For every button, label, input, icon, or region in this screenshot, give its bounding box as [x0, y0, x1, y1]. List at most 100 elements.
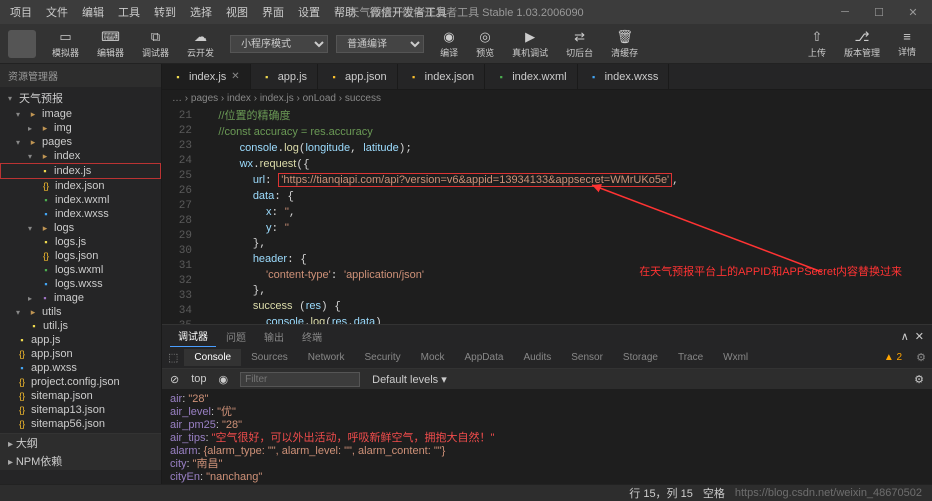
tab-index.js[interactable]: ▪index.js✕: [162, 64, 251, 89]
tree-file-project-config[interactable]: {}project.config.json: [0, 375, 161, 389]
breadcrumb[interactable]: … › pages › index › index.js › onLoad › …: [162, 90, 932, 107]
background-button[interactable]: ⇄切后台: [558, 27, 601, 61]
tree-file-logs-wxml[interactable]: ▪logs.wxml: [0, 263, 161, 277]
devtab-security[interactable]: Security: [354, 349, 410, 366]
debugger-button[interactable]: ⧉调试器: [134, 27, 177, 61]
console-gear-icon[interactable]: ⚙: [914, 373, 924, 386]
editor-button[interactable]: ⌨编辑器: [89, 27, 132, 61]
maximize-icon[interactable]: ☐: [864, 3, 894, 22]
panel-tab-terminal[interactable]: 终端: [294, 326, 330, 347]
panel-up-icon[interactable]: ∧: [901, 330, 909, 343]
tree-folder-image[interactable]: ▾▸image: [0, 107, 161, 121]
console-eye-icon[interactable]: ◉: [219, 373, 229, 386]
tree-file-sitemap13[interactable]: {}sitemap13.json: [0, 403, 161, 417]
panel-tabs: 调试器 问题 输出 终端 ∧ ✕: [162, 325, 932, 347]
console-output[interactable]: air: "28"air_level: "优"air_pm25: "28"air…: [162, 389, 932, 484]
code-editor[interactable]: 212223242526272829303132333435363738 //位…: [162, 107, 932, 324]
file-tree: ▾天气预报 ▾▸image ▸▸img ▾▸pages ▾▸index ▪ind…: [0, 87, 161, 433]
devtab-storage[interactable]: Storage: [613, 349, 668, 366]
minimize-icon[interactable]: ─: [830, 3, 860, 22]
outline-section[interactable]: ▸ 大纲: [0, 434, 161, 452]
code-content[interactable]: //位置的精确度 //const accuracy = res.accuracy…: [200, 107, 932, 324]
tree-folder-pages[interactable]: ▾▸pages: [0, 135, 161, 149]
menu-设置[interactable]: 设置: [292, 2, 326, 22]
devtab-sensor[interactable]: Sensor: [561, 349, 613, 366]
panel-close-icon[interactable]: ✕: [915, 330, 924, 343]
panel-tab-output[interactable]: 输出: [256, 326, 292, 347]
menu-界面[interactable]: 界面: [256, 2, 290, 22]
tree-folder-img[interactable]: ▸▸img: [0, 121, 161, 135]
tab-app.json[interactable]: ▪app.json: [318, 64, 398, 89]
app-logo: [8, 30, 36, 58]
tree-file-sitemap56[interactable]: {}sitemap56.json: [0, 417, 161, 431]
devtab-wxml[interactable]: Wxml: [713, 349, 758, 366]
tab-index.json[interactable]: ▪index.json: [398, 64, 486, 89]
console-clear-icon[interactable]: ⊘: [170, 373, 179, 386]
tab-app.js[interactable]: ▪app.js: [251, 64, 318, 89]
tree-folder-image2[interactable]: ▸▪image: [0, 291, 161, 305]
menu-视图[interactable]: 视图: [220, 2, 254, 22]
tree-file-index-wxml[interactable]: ▪index.wxml: [0, 193, 161, 207]
console-levels[interactable]: Default levels ▾: [372, 373, 447, 386]
cloud-button[interactable]: ☁云开发: [179, 27, 222, 61]
version-button[interactable]: ⎇版本管理: [836, 27, 888, 61]
mode-select[interactable]: 小程序模式: [230, 35, 328, 53]
tree-file-app-json[interactable]: {}app.json: [0, 347, 161, 361]
tree-file-index-json[interactable]: {}index.json: [0, 179, 161, 193]
panel-tab-problems[interactable]: 问题: [218, 326, 254, 347]
menu-工具[interactable]: 工具: [112, 2, 146, 22]
tree-file-util-js[interactable]: ▪util.js: [0, 319, 161, 333]
tree-folder-utils[interactable]: ▾▸utils: [0, 305, 161, 319]
titlebar: 项目文件编辑工具转到选择视图界面设置帮助微信开发者工具 天气预报 - 微信开发者…: [0, 0, 932, 24]
panel-tab-debugger[interactable]: 调试器: [170, 325, 216, 347]
devtab-console[interactable]: Console: [184, 349, 241, 366]
devtools-inspect-icon[interactable]: ⬚: [162, 351, 184, 364]
remote-debug-button[interactable]: ▶真机调试: [504, 27, 556, 61]
tree-file-app-wxss[interactable]: ▪app.wxss: [0, 361, 161, 375]
tree-file-logs-json[interactable]: {}logs.json: [0, 249, 161, 263]
tree-folder-logs[interactable]: ▾▸logs: [0, 221, 161, 235]
devtab-network[interactable]: Network: [298, 349, 355, 366]
menu-编辑[interactable]: 编辑: [76, 2, 110, 22]
menu-文件[interactable]: 文件: [40, 2, 74, 22]
close-icon[interactable]: ✕: [898, 3, 928, 22]
clear-cache-button[interactable]: 🗑清缓存: [603, 27, 646, 61]
devtab-appdata[interactable]: AppData: [455, 349, 514, 366]
devtab-sources[interactable]: Sources: [241, 349, 298, 366]
simulator-button[interactable]: ▭模拟器: [44, 27, 87, 61]
tree-file-sitemap[interactable]: {}sitemap.json: [0, 389, 161, 403]
tab-index.wxml[interactable]: ▪index.wxml: [485, 64, 577, 89]
compile-button[interactable]: ◉编译: [432, 27, 466, 61]
tree-file-index-js[interactable]: ▪index.js: [0, 163, 161, 179]
devtools-settings-icon[interactable]: ⚙: [910, 351, 932, 364]
devtab-audits[interactable]: Audits: [513, 349, 561, 366]
devtab-mock[interactable]: Mock: [411, 349, 455, 366]
menu-转到[interactable]: 转到: [148, 2, 182, 22]
tree-file-logs-js[interactable]: ▪logs.js: [0, 235, 161, 249]
tree-root[interactable]: ▾天气预报: [0, 89, 161, 107]
menu-项目[interactable]: 项目: [4, 2, 38, 22]
tab-index.wxss[interactable]: ▪index.wxss: [578, 64, 670, 89]
upload-button[interactable]: ⇧上传: [800, 27, 834, 61]
main: 资源管理器 ▾天气预报 ▾▸image ▸▸img ▾▸pages ▾▸inde…: [0, 64, 932, 484]
line-gutter: 212223242526272829303132333435363738: [162, 107, 200, 324]
devtools-warnings[interactable]: ▲ 2: [876, 350, 910, 365]
console-context[interactable]: top: [191, 373, 206, 385]
npm-section[interactable]: ▸ NPM依赖: [0, 452, 161, 470]
sidebar: 资源管理器 ▾天气预报 ▾▸image ▸▸img ▾▸pages ▾▸inde…: [0, 64, 162, 484]
tree-file-index-wxss[interactable]: ▪index.wxss: [0, 207, 161, 221]
watermark: https://blog.csdn.net/weixin_48670502: [735, 487, 922, 499]
editor-tabs: ▪index.js✕▪app.js▪app.json▪index.json▪in…: [162, 64, 932, 90]
env-select[interactable]: 普通编译: [336, 35, 424, 53]
menu-选择[interactable]: 选择: [184, 2, 218, 22]
tree-folder-index[interactable]: ▾▸index: [0, 149, 161, 163]
detail-button[interactable]: ≡详情: [890, 27, 924, 61]
devtab-trace[interactable]: Trace: [668, 349, 713, 366]
tree-file-app-js[interactable]: ▪app.js: [0, 333, 161, 347]
console-filter-input[interactable]: [240, 372, 360, 387]
tree-file-logs-wxss[interactable]: ▪logs.wxss: [0, 277, 161, 291]
close-icon[interactable]: ✕: [231, 71, 239, 82]
status-position[interactable]: 行 15，列 15: [629, 485, 693, 501]
preview-button[interactable]: ◎预览: [468, 27, 502, 61]
status-encoding[interactable]: 空格: [703, 485, 725, 501]
